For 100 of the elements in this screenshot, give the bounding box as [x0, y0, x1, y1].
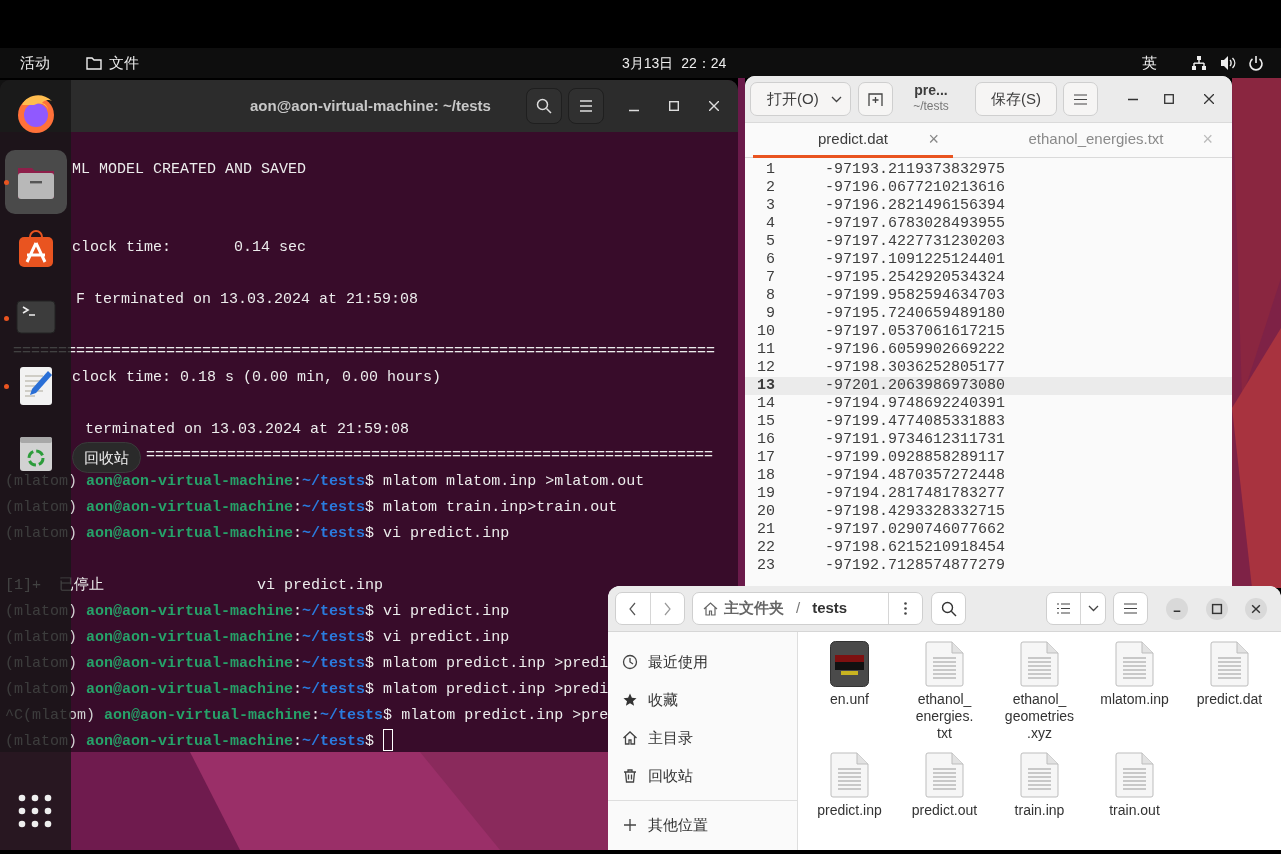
caret-icon — [830, 95, 842, 103]
line-number: 17 — [756, 449, 775, 467]
trash-icon — [622, 768, 638, 784]
binary-file-icon[interactable] — [830, 641, 869, 687]
list-icon — [1057, 603, 1071, 614]
path-separator: / — [796, 598, 801, 619]
code-line: -97198.6215210918454 — [825, 539, 1006, 557]
line-number: 23 — [756, 557, 775, 575]
new-tab-icon — [868, 92, 883, 106]
folder-icon — [86, 56, 102, 70]
window-title: aon@aon-virtual-machine: ~/tests — [250, 95, 491, 116]
app-menu[interactable]: 文件 — [86, 51, 139, 75]
code-line: -97193.2119373832975 — [825, 161, 1006, 179]
menu-icon — [1124, 603, 1137, 614]
forward-icon — [663, 601, 671, 616]
menu-button[interactable] — [568, 88, 604, 124]
tooltip: 回收站 — [72, 442, 141, 473]
sidebar-item[interactable]: 其他位置 — [608, 806, 797, 844]
close-icon[interactable] — [1204, 94, 1214, 104]
search-icon — [536, 98, 552, 114]
terminal-line: F terminated on 13.03.2024 at 21:59:08 — [76, 290, 419, 310]
line-number: 1 — [765, 161, 775, 179]
code-line: -97197.0537061617215 — [825, 323, 1006, 341]
code-line: -97198.4293328332715 — [825, 503, 1006, 521]
path-segment[interactable]: tests — [812, 597, 848, 620]
code-line: -97194.4870357272448 — [825, 467, 1006, 485]
plus-icon — [622, 817, 638, 833]
sidebar-item[interactable]: 收藏 — [608, 681, 797, 719]
code-line: -97194.2817481783277 — [825, 485, 1006, 503]
line-number: 9 — [765, 305, 775, 323]
volume-icon[interactable] — [1220, 55, 1237, 71]
file-name[interactable]: predict.inp — [817, 802, 882, 819]
maximize-icon[interactable] — [1164, 94, 1174, 104]
line-number: 11 — [756, 341, 775, 359]
file-name[interactable]: mlatom.inp — [1100, 691, 1169, 708]
file-name[interactable]: en.unf — [830, 691, 869, 708]
code-line: -97199.0928858289117 — [825, 449, 1006, 467]
line-number: 15 — [756, 413, 775, 431]
path-segment[interactable]: 主文件夹 — [724, 597, 784, 620]
code-line: -97196.0677210213616 — [825, 179, 1006, 197]
code-line: -97191.9734612311731 — [825, 431, 1006, 449]
code-line: -97198.3036252805177 — [825, 359, 1006, 377]
path-bar[interactable]: 主文件夹 / tests — [692, 592, 923, 625]
code-line: -97197.4227731230203 — [825, 233, 1006, 251]
close-button[interactable] — [1245, 598, 1267, 620]
open-button[interactable]: 打开(O) — [750, 82, 851, 116]
code-line: -97196.6059902669222 — [825, 341, 1006, 359]
code-line: -97197.6783028493955 — [825, 215, 1006, 233]
sidebar-item[interactable]: 最近使用 — [608, 643, 797, 681]
window-subtitle: ~/tests — [913, 99, 949, 114]
search-button[interactable] — [526, 88, 562, 124]
line-number: 14 — [756, 395, 775, 413]
code-line: -97196.2821496156394 — [825, 197, 1006, 215]
terminal-line: terminated on 13.03.2024 at 21:59:08 — [84, 420, 410, 440]
window-title: pre... — [914, 81, 948, 99]
save-button[interactable]: 保存(S) — [975, 82, 1057, 116]
input-method-indicator[interactable]: 英 — [1142, 51, 1157, 75]
sidebar-item[interactable]: 回收站 — [608, 757, 797, 795]
terminal-line: ML MODEL CREATED AND SAVED — [72, 160, 307, 180]
star-icon — [622, 692, 638, 708]
power-icon[interactable] — [1248, 55, 1264, 71]
line-number: 18 — [756, 467, 775, 485]
app-grid-icon[interactable] — [18, 794, 52, 828]
line-number: 8 — [765, 287, 775, 305]
home-icon — [703, 601, 718, 616]
maximize-button[interactable] — [1206, 598, 1228, 620]
line-number: 4 — [765, 215, 775, 233]
activities-button[interactable]: 活动 — [20, 51, 50, 75]
clock-icon — [622, 654, 638, 670]
tab-close-button[interactable]: × — [928, 125, 939, 153]
sidebar-item[interactable]: 主目录 — [608, 719, 797, 757]
line-number: 7 — [765, 269, 775, 287]
line-number: 6 — [765, 251, 775, 269]
file-name[interactable]: train.inp — [1014, 802, 1065, 819]
minimize-icon[interactable] — [1128, 98, 1138, 101]
minimize-button[interactable] — [1166, 598, 1188, 620]
code-line: -97197.0290746077662 — [825, 521, 1006, 539]
network-icon[interactable] — [1191, 55, 1207, 71]
file-name[interactable]: predict.dat — [1196, 691, 1263, 708]
code-line: -97199.9582594634703 — [825, 287, 1006, 305]
line-number: 16 — [756, 431, 775, 449]
back-icon — [629, 601, 637, 616]
more-icon — [904, 602, 907, 615]
line-number: 22 — [756, 539, 775, 557]
line-number: 21 — [756, 521, 775, 539]
clock[interactable]: 3月13日 22：24 — [622, 52, 727, 74]
code-line: -97197.1091225124401 — [825, 251, 1006, 269]
new-tab-button[interactable] — [858, 82, 893, 116]
file-name[interactable]: predict.out — [911, 802, 978, 819]
file-name[interactable]: train.out — [1109, 802, 1160, 819]
file-name[interactable]: ethanol_ geometries .xyz — [1004, 691, 1075, 742]
terminal-line: clock time: 0.18 s (0.00 min, 0.00 hours) — [72, 368, 442, 388]
menu-icon — [579, 100, 593, 112]
terminal-line: clock time: 0.14 sec — [72, 238, 307, 258]
editor-tab[interactable]: predict.dat × — [753, 123, 953, 158]
code-line: -97194.9748692240391 — [825, 395, 1006, 413]
line-number: 3 — [765, 197, 775, 215]
file-name[interactable]: ethanol_ energies. txt — [915, 691, 974, 742]
terminal-line: =============================================================== — [146, 446, 714, 466]
code-line: -97199.4774085331883 — [825, 413, 1006, 431]
